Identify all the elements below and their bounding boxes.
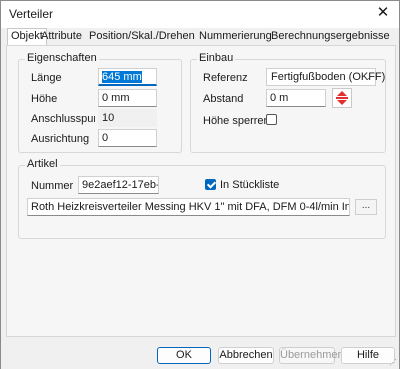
group-artikel-title: Artikel (25, 158, 60, 170)
tab-attribute[interactable]: Attribute (41, 29, 82, 45)
ok-button[interactable]: OK (157, 347, 211, 364)
elevation-button[interactable] (332, 88, 352, 108)
close-icon: ✕ (376, 4, 390, 21)
chevron-down-icon: ⌄ (363, 72, 371, 82)
title-bar: Verteiler ✕ (1, 1, 399, 28)
close-button[interactable]: ✕ (369, 2, 397, 26)
group-eigenschaften-title: Eigenschaften (25, 52, 99, 64)
anschlusspunkte-label: Anschlusspunkte (31, 113, 95, 125)
window-title: Verteiler (9, 7, 54, 21)
group-artikel: Artikel Nummer 9e2aef12-17eb-4 In Stückl… (18, 158, 386, 239)
group-einbau: Einbau Referenz Fertigfußboden (OKFF) ⌄ … (190, 52, 386, 153)
laenge-input[interactable]: 645 mm (98, 68, 157, 86)
tab-berechnungsergebnisse[interactable]: Berechnungsergebnisse (271, 29, 390, 45)
ausrichtung-label: Ausrichtung (31, 133, 90, 145)
hoehe-label: Höhe (31, 93, 58, 105)
tab-panel-objekt: Eigenschaften Länge 645 mm Höhe 0 mm Ans… (6, 45, 396, 337)
hoehe-sperren-checkbox[interactable] (266, 114, 277, 125)
referenz-select[interactable]: Fertigfußboden (OKFF) ⌄ (266, 68, 385, 86)
abstand-input[interactable]: 0 m (266, 89, 326, 107)
ausrichtung-input[interactable]: 0 (98, 129, 157, 147)
anschlusspunkte-value: 10 (98, 109, 157, 127)
stueckliste-checkbox[interactable] (205, 179, 216, 190)
dialog-window: Verteiler ✕ Objekt Attribute Position/Sk… (0, 0, 400, 369)
abstand-label: Abstand (203, 93, 244, 105)
tab-nummerierung[interactable]: Nummerierung (199, 29, 272, 45)
referenz-label: Referenz (203, 72, 248, 84)
hoehe-sperren-label: Höhe sperren (203, 115, 270, 127)
group-einbau-title: Einbau (197, 52, 236, 64)
stueckliste-label: In Stückliste (220, 179, 280, 191)
nummer-input[interactable]: 9e2aef12-17eb-4 (78, 176, 159, 194)
artikel-beschreibung: Roth Heizkreisverteiler Messing HKV 1" m… (27, 198, 350, 216)
elevation-icon (336, 91, 348, 105)
laenge-label: Länge (31, 72, 62, 84)
artikel-browse-button[interactable]: ... (355, 199, 377, 215)
resize-grip-icon[interactable]: ⋰ (389, 359, 397, 367)
nummer-label: Nummer (31, 180, 74, 192)
dialog-footer: OK Abbrechen Übernehmen Hilfe ⋰ (1, 341, 399, 369)
tab-position[interactable]: Position/Skal./Drehen (89, 29, 195, 45)
group-eigenschaften: Eigenschaften Länge 645 mm Höhe 0 mm Ans… (18, 52, 182, 153)
laenge-value: 645 mm (102, 71, 142, 83)
uebernehmen-button[interactable]: Übernehmen (279, 347, 344, 364)
hilfe-button[interactable]: Hilfe (341, 347, 395, 364)
abbrechen-button[interactable]: Abbrechen (218, 347, 274, 364)
hoehe-input[interactable]: 0 mm (98, 89, 157, 107)
